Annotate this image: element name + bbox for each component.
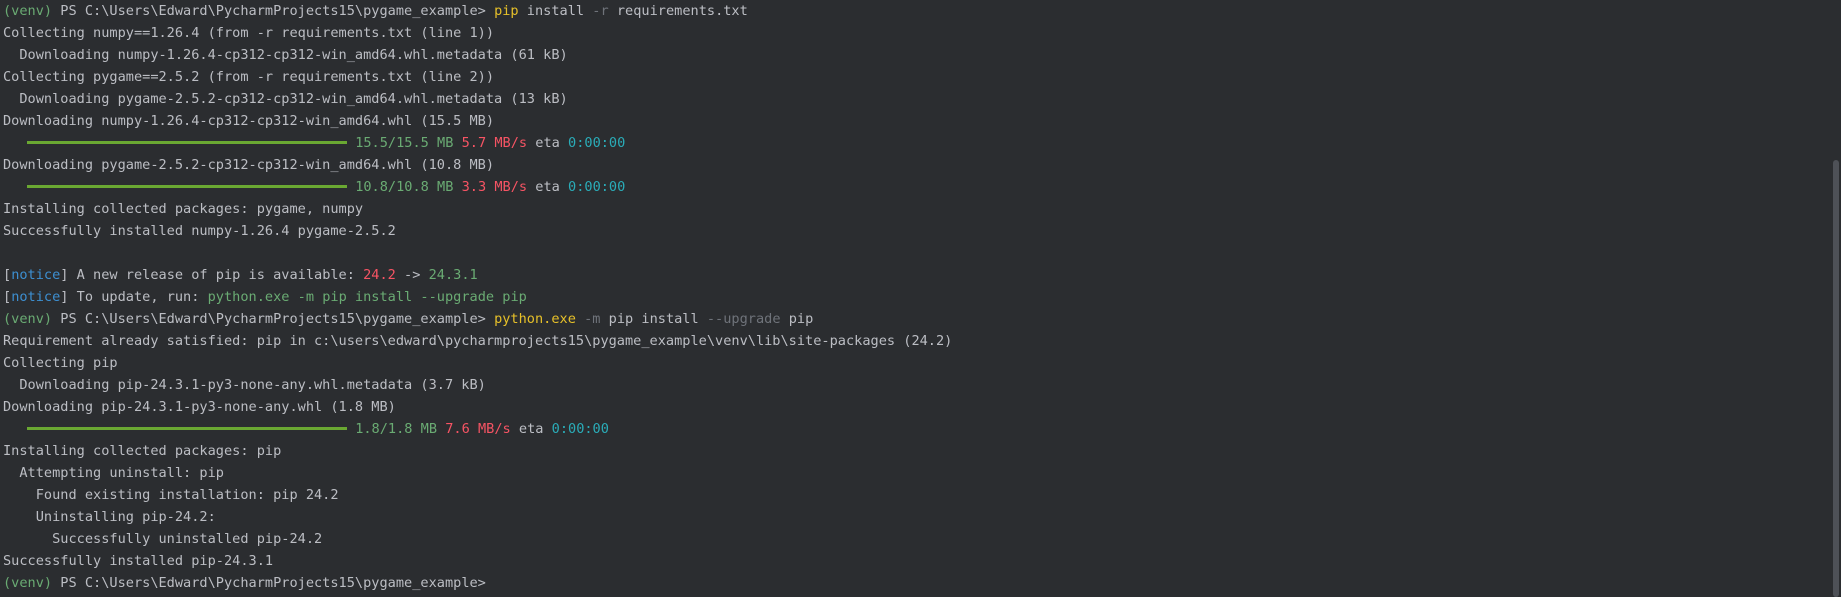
notice-word: notice [11,267,61,283]
command-flag: -r [592,3,609,19]
notice-line: [notice] A new release of pip is availab… [3,264,1841,286]
venv-indicator: (venv) [3,575,53,591]
venv-indicator: (venv) [3,311,53,327]
eta-label: eta [535,135,560,151]
notice-word: notice [11,289,61,305]
command-space [576,311,584,327]
output-line: Installing collected packages: pip [3,443,282,459]
progress-size: 15.5/15.5 MB [355,135,454,151]
prompt-path: PS C:\Users\Edward\PycharmProjects15\pyg… [52,3,495,19]
command-arg: pip [780,311,814,327]
update-command: python.exe -m pip install --upgrade pip [207,289,527,305]
progress-size: 10.8/10.8 MB [355,179,454,195]
command-flag: --upgrade [706,311,781,327]
notice-text: To update, run: [68,289,208,305]
output-line: Attempting uninstall: pip [3,465,224,481]
eta-label: eta [518,421,544,437]
prompt-path: PS C:\Users\Edward\PycharmProjects15\pyg… [52,311,495,327]
progress-line: 15.5/15.5 MB 5.7 MB/s eta 0:00:00 [3,132,1841,154]
command-arg: pip install [600,311,707,327]
output-line: Downloading pip-24.3.1-py3-none-any.whl … [3,399,396,415]
output-line: Successfully installed pip-24.3.1 [3,553,274,569]
eta-label: eta [535,179,560,195]
prompt-path: PS C:\Users\Edward\PycharmProjects15\pyg… [52,575,495,591]
scrollbar-thumb[interactable] [1833,160,1839,597]
notice-text: A new release of pip is available: [68,267,364,283]
prompt-line-3[interactable]: (venv) PS C:\Users\Edward\PycharmProject… [3,572,1841,594]
venv-indicator: (venv) [3,3,53,19]
progress-line: 10.8/10.8 MB 3.3 MB/s eta 0:00:00 [3,176,1841,198]
prompt-line-2: (venv) PS C:\Users\Edward\PycharmProject… [3,308,1841,330]
notice-bracket: [ [3,289,12,305]
output-line: Found existing installation: pip 24.2 [3,487,339,503]
progress-speed: 3.3 MB/s [461,179,528,195]
progress-speed: 5.7 MB/s [461,135,528,151]
progress-bar [27,140,347,144]
progress-eta: 0:00:00 [551,421,609,437]
version-arrow: -> [395,267,429,283]
output-line: Downloading pip-24.3.1-py3-none-any.whl.… [3,377,486,393]
old-version: 24.2 [363,267,396,283]
output-line: Collecting pip [3,355,118,371]
vertical-scrollbar[interactable] [1827,0,1841,597]
output-line: Installing collected packages: pygame, n… [3,201,364,217]
command-arg: requirements.txt [608,3,748,19]
progress-bar [27,426,347,430]
output-line: Downloading numpy-1.26.4-cp312-cp312-win… [3,113,495,129]
output-line: Uninstalling pip-24.2: [3,509,216,525]
command-program: python.exe [494,311,576,327]
progress-speed: 7.6 MB/s [445,421,511,437]
prompt-line-1: (venv) PS C:\Users\Edward\PycharmProject… [3,0,1841,22]
output-line: Downloading numpy-1.26.4-cp312-cp312-win… [3,47,568,63]
output-line: Requirement already satisfied: pip in c:… [3,333,953,349]
command-program: pip [494,3,519,19]
command-flag: -m [584,311,601,327]
progress-line: 1.8/1.8 MB 7.6 MB/s eta 0:00:00 [3,418,1841,440]
new-version: 24.3.1 [428,267,478,283]
output-line: Downloading pygame-2.5.2-cp312-cp312-win… [3,91,568,107]
output-line: Collecting pygame==2.5.2 (from -r requir… [3,69,495,85]
progress-size: 1.8/1.8 MB [355,421,438,437]
output-line: Successfully uninstalled pip-24.2 [3,531,323,547]
output-line: Downloading pygame-2.5.2-cp312-cp312-win… [3,157,495,173]
output-line: Successfully installed numpy-1.26.4 pyga… [3,223,396,239]
output-line: Collecting numpy==1.26.4 (from -r requir… [3,25,495,41]
notice-bracket: [ [3,267,12,283]
progress-eta: 0:00:00 [568,179,626,195]
progress-eta: 0:00:00 [568,135,626,151]
progress-bar [27,184,347,188]
terminal-window[interactable]: (venv) PS C:\Users\Edward\PycharmProject… [0,0,1841,597]
notice-line: [notice] To update, run: python.exe -m p… [3,286,1841,308]
command-arg: install [518,3,593,19]
